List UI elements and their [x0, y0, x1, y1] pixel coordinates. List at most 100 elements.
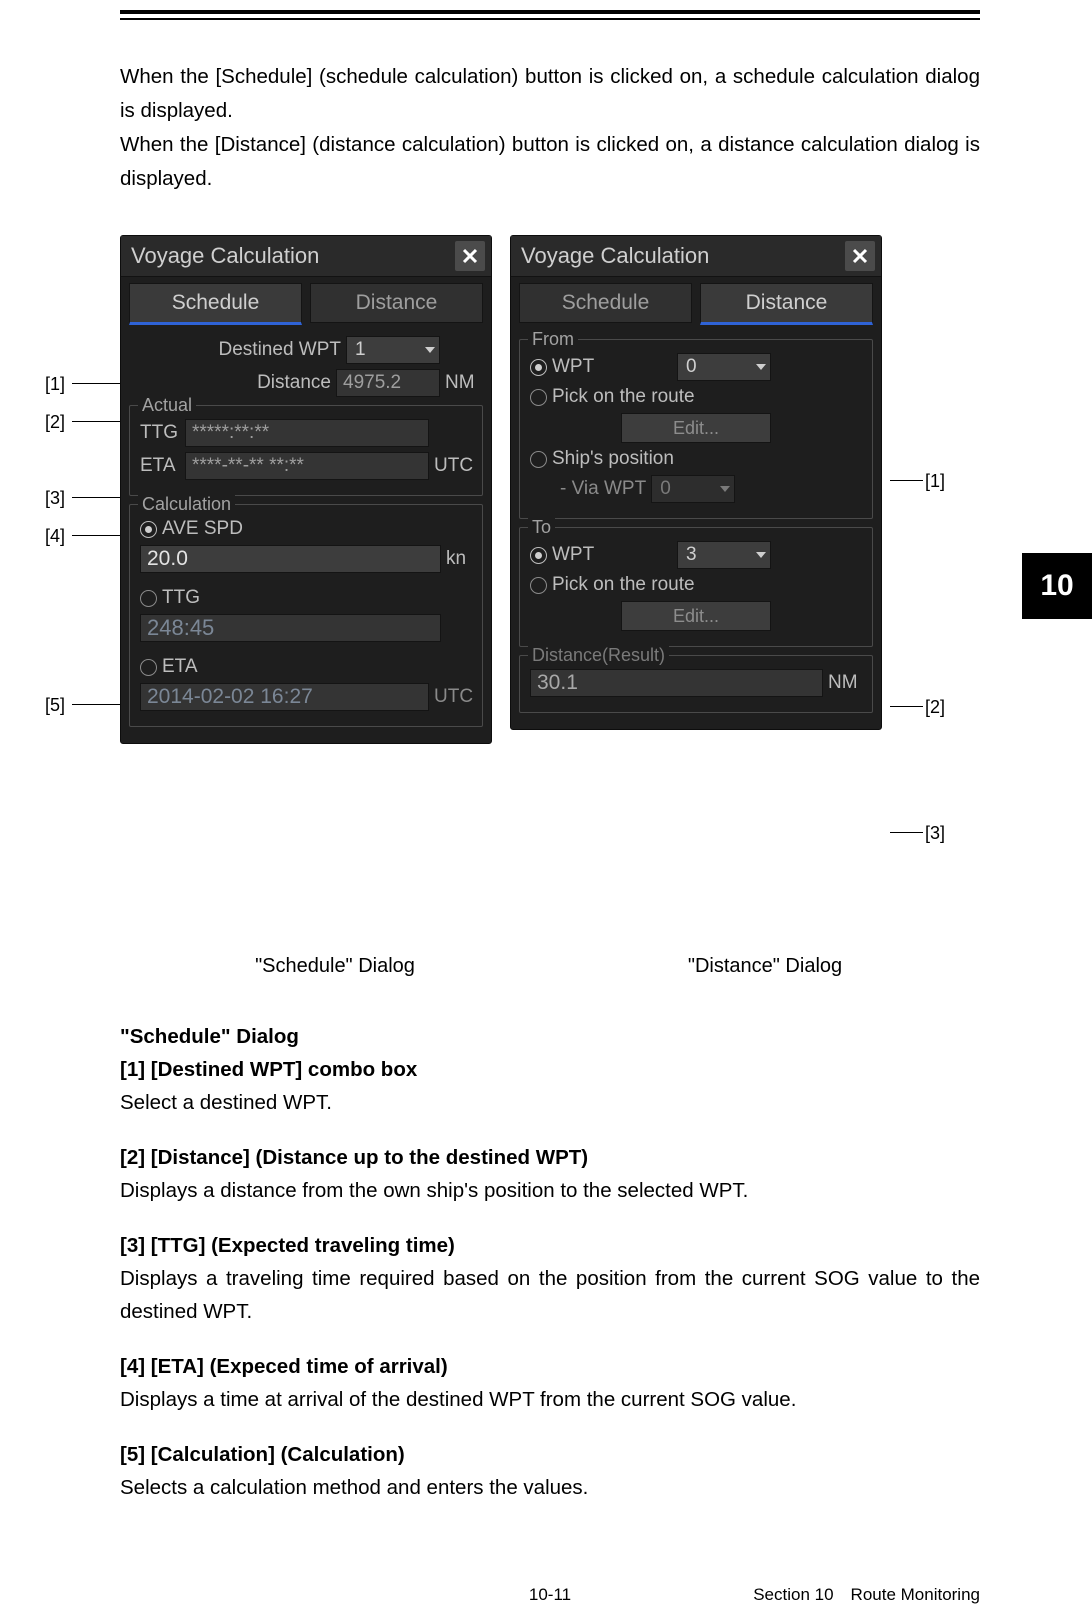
annot-right-1: [1]: [925, 471, 945, 492]
schedule-dialog: Voyage Calculation Schedule Distance Des…: [120, 235, 492, 744]
eta-label: ETA: [140, 455, 180, 477]
annot-left-1: [1]: [45, 374, 65, 395]
calc-ttg-radio[interactable]: [140, 590, 157, 607]
from-group: From WPT 0 Pick on the route: [519, 339, 873, 519]
def-2-text: Displays a distance from the own ship's …: [120, 1174, 980, 1207]
via-wpt-value: 0: [660, 478, 671, 500]
annot-left-3: [3]: [45, 488, 65, 509]
from-wpt-label: WPT: [552, 356, 672, 378]
calc-ttg-field: 248:45: [140, 614, 441, 642]
distance-field: 4975.2: [336, 369, 440, 397]
intro-text: When the [Schedule] (schedule calculatio…: [120, 60, 980, 196]
annot-line-r2: [890, 706, 923, 707]
from-pick-label: Pick on the route: [552, 386, 695, 408]
ttg-label: TTG: [140, 422, 180, 444]
result-legend: Distance(Result): [528, 645, 669, 666]
annot-left-2: [2]: [45, 412, 65, 433]
dialog-titlebar-2: Voyage Calculation: [511, 236, 881, 277]
via-wpt-combo: 0: [651, 475, 735, 503]
distance-unit: NM: [445, 372, 483, 394]
via-wpt-label: - Via WPT: [560, 478, 646, 500]
footer-section: Section 10 Route Monitoring: [696, 1585, 980, 1605]
to-legend: To: [528, 517, 555, 538]
dialog-titlebar: Voyage Calculation: [121, 236, 491, 277]
tabs-2: Schedule Distance: [511, 277, 881, 331]
chapter-tab: 10: [1022, 553, 1092, 619]
to-wpt-combo[interactable]: 3: [677, 541, 771, 569]
tab-schedule-2[interactable]: Schedule: [519, 283, 692, 323]
annot-left-4: [4]: [45, 526, 65, 547]
ave-spd-label: AVE SPD: [162, 518, 243, 540]
footer: 10-11 Section 10 Route Monitoring: [120, 1585, 980, 1605]
chevron-down-icon: [756, 364, 766, 370]
def-4-heading: [4] [ETA] (Expeced time of arrival): [120, 1350, 980, 1383]
intro-p2: When the [Distance] (distance calculatio…: [120, 128, 980, 196]
to-pick-label: Pick on the route: [552, 574, 695, 596]
to-edit-button[interactable]: Edit...: [621, 601, 771, 631]
ttg-field: *****:**:**: [185, 419, 429, 447]
def-5-text: Selects a calculation method and enters …: [120, 1471, 980, 1504]
calculation-group: Calculation AVE SPD 20.0 kn TTG 248:4: [129, 504, 483, 727]
definitions: "Schedule" Dialog [1] [Destined WPT] com…: [120, 1020, 980, 1504]
tabs: Schedule Distance: [121, 277, 491, 331]
calc-eta-unit: UTC: [434, 686, 472, 708]
eta-field: ****-**-** **:**: [185, 452, 429, 480]
page: 10 When the [Schedule] (schedule calcula…: [0, 0, 1092, 1619]
def-3-heading: [3] [TTG] (Expected traveling time): [120, 1229, 980, 1262]
calc-ttg-label: TTG: [162, 587, 200, 609]
from-pick-radio[interactable]: [530, 389, 547, 406]
annot-right-3: [3]: [925, 823, 945, 844]
eta-unit: UTC: [434, 455, 472, 477]
result-group: Distance(Result) 30.1 NM: [519, 655, 873, 713]
dialog-title: Voyage Calculation: [131, 243, 319, 269]
page-rule: [120, 10, 980, 20]
to-pick-radio[interactable]: [530, 577, 547, 594]
chevron-down-icon: [756, 552, 766, 558]
ave-spd-field[interactable]: 20.0: [140, 545, 441, 573]
distance-label: Distance: [257, 372, 331, 394]
to-group: To WPT 3 Pick on the route E: [519, 527, 873, 647]
def-1-text: Select a destined WPT.: [120, 1086, 980, 1119]
annot-line-r1: [890, 480, 923, 481]
destined-wpt-value: 1: [355, 339, 366, 361]
distance-dialog: Voyage Calculation Schedule Distance Fro…: [510, 235, 882, 730]
result-field: 30.1: [530, 669, 823, 697]
calc-eta-radio[interactable]: [140, 659, 157, 676]
def-1-heading: [1] [Destined WPT] combo box: [120, 1053, 980, 1086]
close-icon[interactable]: [455, 241, 485, 271]
footer-page: 10-11: [404, 1585, 696, 1605]
from-edit-button[interactable]: Edit...: [621, 413, 771, 443]
ave-spd-radio[interactable]: [140, 521, 157, 538]
distance-body: From WPT 0 Pick on the route: [511, 339, 881, 729]
to-wpt-radio[interactable]: [530, 547, 547, 564]
dialog-title-2: Voyage Calculation: [521, 243, 709, 269]
intro-p1: When the [Schedule] (schedule calculatio…: [120, 60, 980, 128]
chevron-down-icon: [720, 486, 730, 492]
result-unit: NM: [828, 672, 862, 694]
annot-right-2: [2]: [925, 697, 945, 718]
calc-eta-label: ETA: [162, 656, 198, 678]
defs-heading: "Schedule" Dialog: [120, 1020, 980, 1053]
from-ship-radio[interactable]: [530, 451, 547, 468]
calculation-legend: Calculation: [138, 494, 235, 515]
destined-wpt-label: Destined WPT: [219, 339, 341, 361]
tab-schedule[interactable]: Schedule: [129, 283, 302, 325]
def-5-heading: [5] [Calculation] (Calculation): [120, 1438, 980, 1471]
destined-wpt-combo[interactable]: 1: [346, 336, 440, 364]
annot-left-5: [5]: [45, 695, 65, 716]
def-4-text: Displays a time at arrival of the destin…: [120, 1383, 980, 1416]
from-legend: From: [528, 329, 578, 350]
from-wpt-combo[interactable]: 0: [677, 353, 771, 381]
caption-schedule: "Schedule" Dialog: [120, 955, 550, 978]
from-wpt-radio[interactable]: [530, 359, 547, 376]
from-ship-label: Ship's position: [552, 448, 674, 470]
caption-row: "Schedule" Dialog "Distance" Dialog: [120, 955, 980, 978]
schedule-body: Destined WPT 1 Distance 4975.2 NM Actual…: [121, 336, 491, 743]
close-icon[interactable]: [845, 241, 875, 271]
def-2-heading: [2] [Distance] (Distance up to the desti…: [120, 1141, 980, 1174]
tab-distance[interactable]: Distance: [310, 283, 483, 323]
tab-distance-2[interactable]: Distance: [700, 283, 873, 325]
calc-eta-field: 2014-02-02 16:27: [140, 683, 429, 711]
chevron-down-icon: [425, 347, 435, 353]
actual-legend: Actual: [138, 395, 196, 416]
